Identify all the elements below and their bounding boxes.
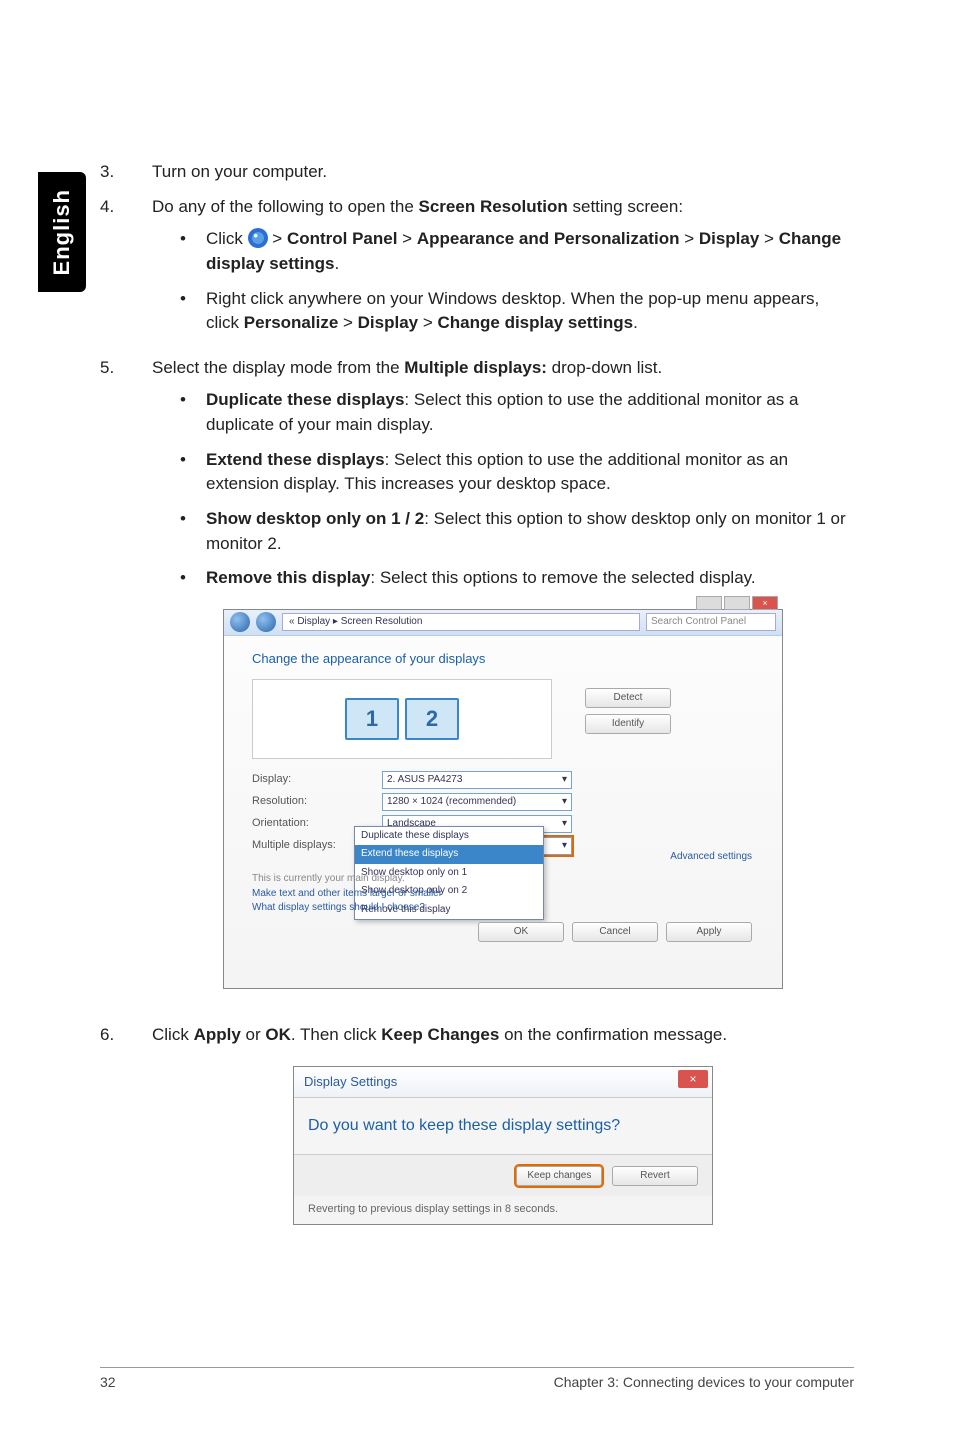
substep: Show desktop only on 1 / 2: Select this … <box>152 507 854 556</box>
dialog-title: Display Settings <box>304 1074 397 1089</box>
language-tab: English <box>38 172 86 292</box>
dropdown-option[interactable]: Extend these displays <box>355 845 543 864</box>
monitor-preview[interactable]: 1 2 Detect Identify <box>252 679 552 759</box>
countdown-text: Reverting to previous display settings i… <box>294 1196 712 1224</box>
close-icon[interactable]: × <box>752 596 778 610</box>
step-text: Turn on your computer. <box>152 160 854 185</box>
resolution-dropdown[interactable]: 1280 × 1024 (recommended) <box>382 793 572 811</box>
cancel-button[interactable]: Cancel <box>572 922 658 942</box>
help-link[interactable]: What display settings should I choose? <box>252 901 442 916</box>
advanced-settings-link[interactable]: Advanced settings <box>670 850 752 865</box>
minimize-icon[interactable] <box>696 596 722 610</box>
resolution-label: Resolution: <box>252 794 362 810</box>
step-number: 4. <box>100 195 152 346</box>
substep: Click > Control Panel > Appearance and P… <box>152 227 854 276</box>
dialog-question: Do you want to keep these display settin… <box>294 1098 712 1153</box>
instruction-list: 3. Turn on your computer. 4. Do any of t… <box>100 160 854 1225</box>
term-screen-resolution: Screen Resolution <box>419 197 568 216</box>
start-icon <box>248 228 268 248</box>
page-number: 32 <box>100 1374 116 1390</box>
close-icon[interactable]: × <box>678 1070 708 1088</box>
detect-button[interactable]: Detect <box>585 688 671 708</box>
back-icon[interactable] <box>230 612 250 632</box>
apply-button[interactable]: Apply <box>666 922 752 942</box>
substep: Right click anywhere on your Windows des… <box>152 287 854 336</box>
screen-resolution-dialog: × « Display ▸ Screen Resolution Search C… <box>223 609 783 989</box>
forward-icon[interactable] <box>256 612 276 632</box>
display-settings-dialog: Display Settings × Do you want to keep t… <box>293 1066 713 1225</box>
search-input[interactable]: Search Control Panel <box>646 613 776 631</box>
step-5: 5. Select the display mode from the Mult… <box>100 356 854 1013</box>
monitor-1[interactable]: 1 <box>345 698 399 740</box>
step-6: 6. Click Apply or OK. Then click Keep Ch… <box>100 1023 854 1225</box>
multiple-label: Multiple displays: <box>252 838 362 854</box>
identify-button[interactable]: Identify <box>585 714 671 734</box>
language-label: English <box>49 189 75 275</box>
main-display-note: This is currently your main display. <box>252 872 442 887</box>
maximize-icon[interactable] <box>724 596 750 610</box>
step-4: 4. Do any of the following to open the S… <box>100 195 854 346</box>
dialog-heading: Change the appearance of your displays <box>252 650 754 669</box>
revert-button[interactable]: Revert <box>612 1166 698 1186</box>
substep: Duplicate these displays: Select this op… <box>152 388 854 437</box>
step-number: 3. <box>100 160 152 185</box>
chapter-label: Chapter 3: Connecting devices to your co… <box>554 1374 854 1390</box>
step-3: 3. Turn on your computer. <box>100 160 854 185</box>
monitor-2[interactable]: 2 <box>405 698 459 740</box>
substep: Remove this display: Select this options… <box>152 566 854 591</box>
step-number: 5. <box>100 356 152 1013</box>
step-text: Do any of the following to open the <box>152 197 419 216</box>
display-label: Display: <box>252 772 362 788</box>
keep-changes-button[interactable]: Keep changes <box>516 1166 602 1186</box>
breadcrumb[interactable]: « Display ▸ Screen Resolution <box>282 613 640 631</box>
ok-button[interactable]: OK <box>478 922 564 942</box>
dropdown-option[interactable]: Duplicate these displays <box>355 827 543 846</box>
step-number: 6. <box>100 1023 152 1225</box>
page-footer: 32 Chapter 3: Connecting devices to your… <box>100 1367 854 1390</box>
display-dropdown[interactable]: 2. ASUS PA4273 <box>382 771 572 789</box>
substep: Extend these displays: Select this optio… <box>152 448 854 497</box>
term-multiple-displays: Multiple displays: <box>404 358 547 377</box>
text-size-link[interactable]: Make text and other items larger or smal… <box>252 887 442 902</box>
orientation-label: Orientation: <box>252 816 362 832</box>
